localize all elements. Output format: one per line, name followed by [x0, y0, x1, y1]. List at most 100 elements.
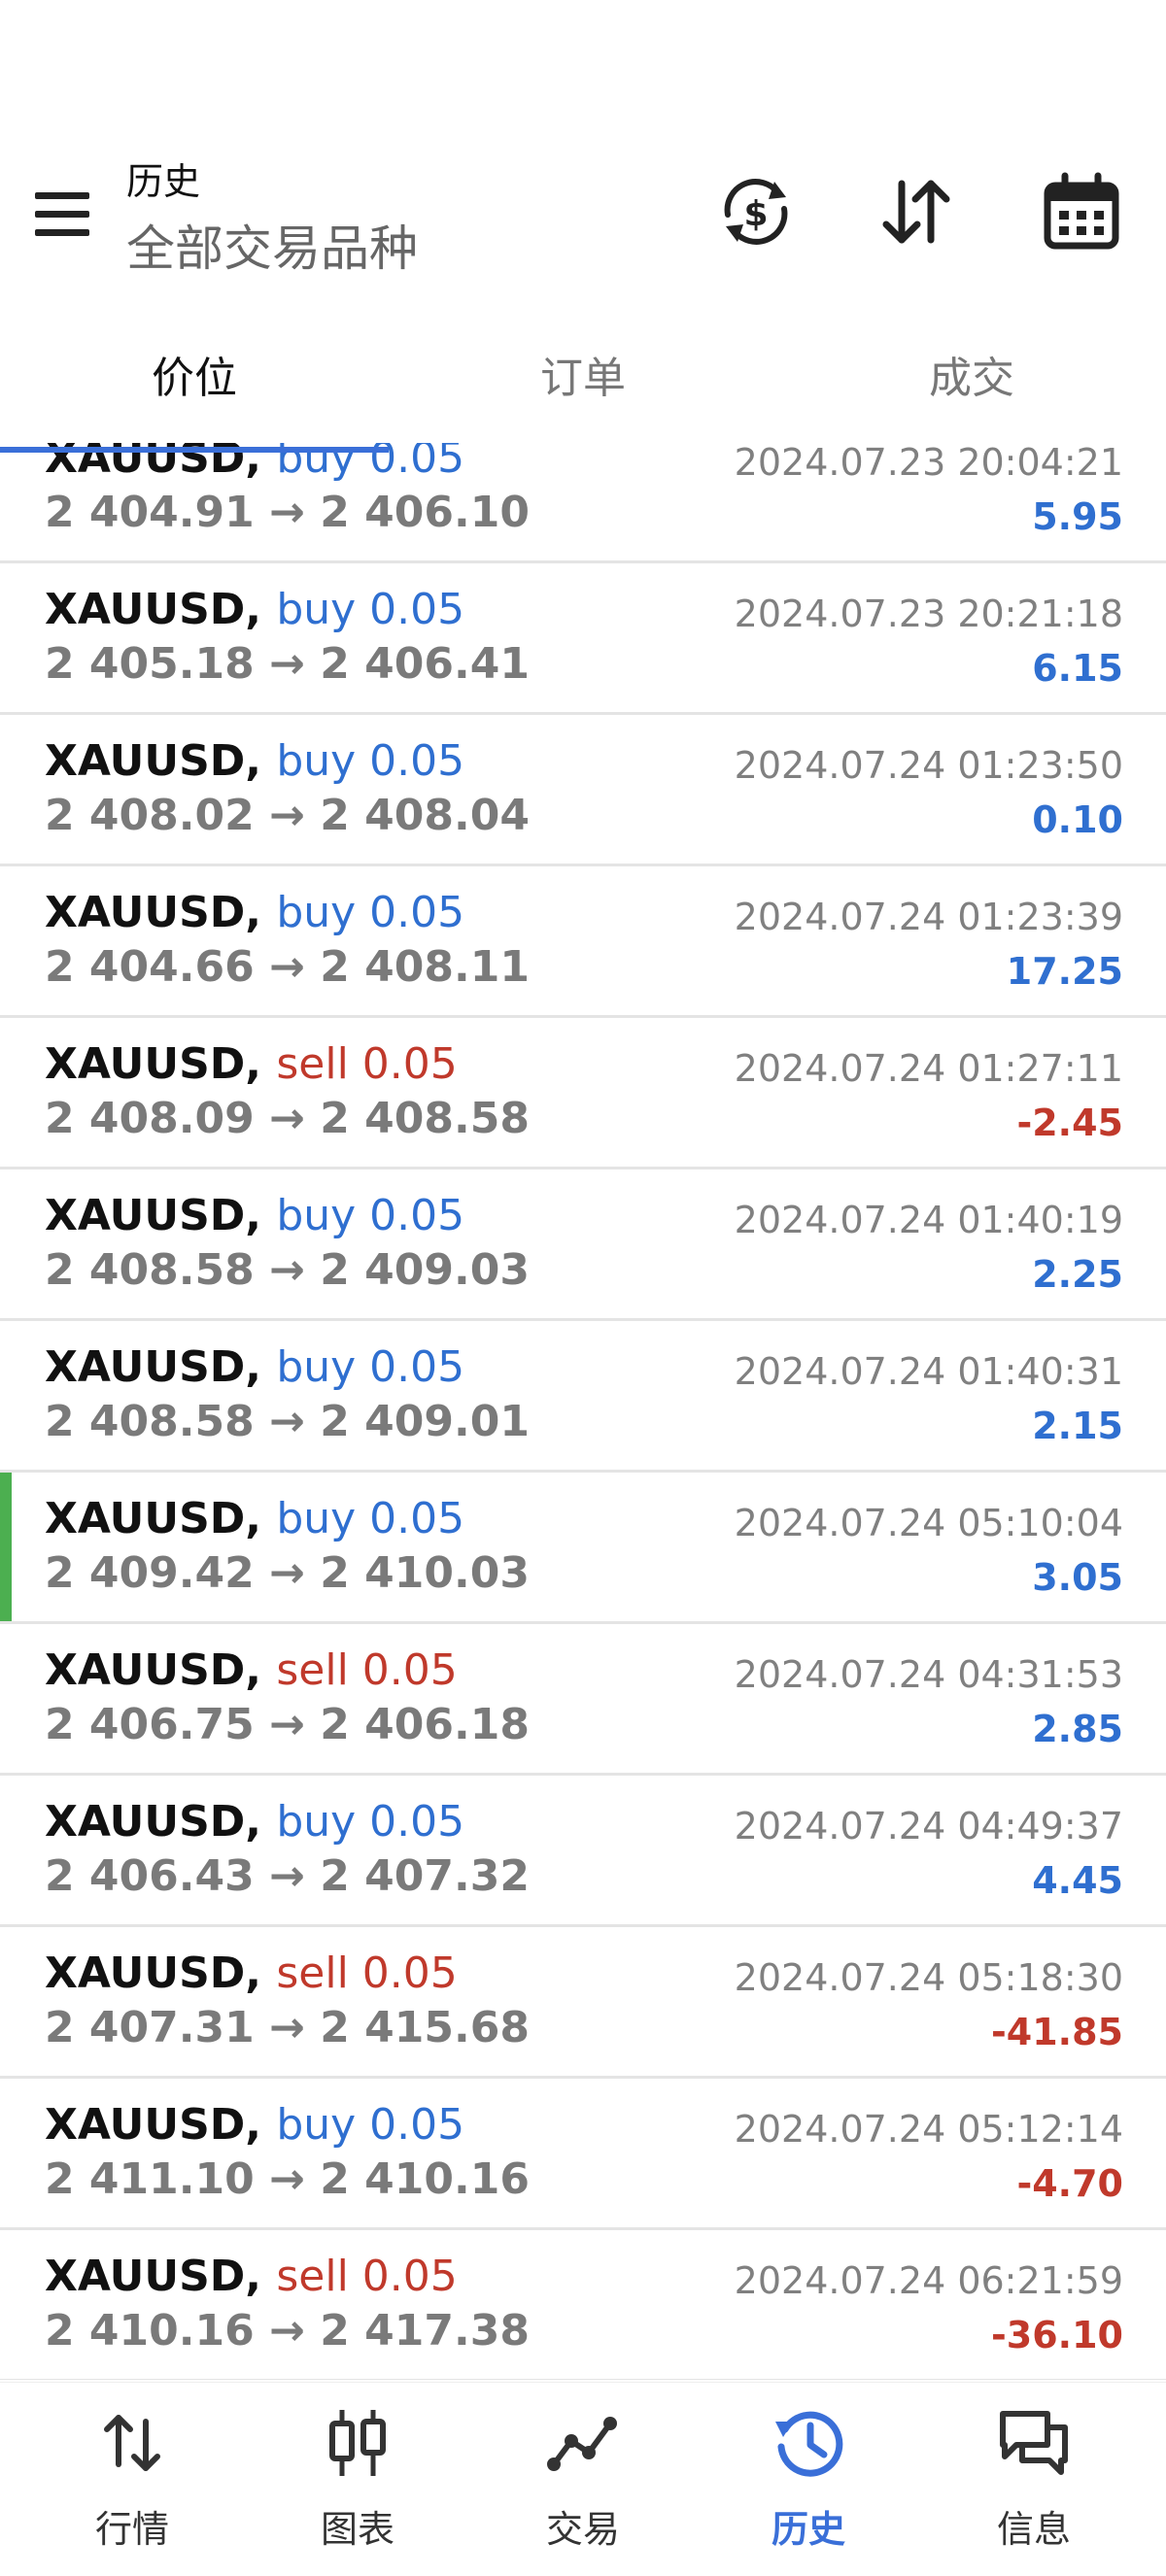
messages-icon — [1000, 2411, 1068, 2475]
trade-profit: 5.95 — [1032, 495, 1123, 538]
tab-positions[interactable]: 价位 — [0, 325, 389, 452]
trade-time: 2024.07.24 01:40:31 — [734, 1350, 1123, 1393]
trade-profit: 3.05 — [1032, 1556, 1123, 1599]
trade-row[interactable]: XAUUSD, buy 0.05 2 408.58 → 2 409.03 2024.… — [0, 1169, 1166, 1321]
trade-icon — [547, 2417, 617, 2471]
trade-prices: 2 410.16 → 2 417.38 — [45, 2306, 530, 2356]
trade-row[interactable]: XAUUSD, buy 0.05 2 405.18 → 2 406.41 2024.… — [0, 563, 1166, 715]
trade-symbol: XAUUSD, buy 0.05 — [45, 736, 464, 786]
symbol-label: XAUUSD, — [45, 1039, 262, 1089]
app-header: 历史 全部交易品种 $ — [0, 0, 1166, 311]
trade-time: 2024.07.24 05:10:04 — [734, 1502, 1123, 1544]
nav-chart[interactable]: 图表 — [245, 2383, 470, 2576]
history-tabs: 价位 订单 成交 — [0, 325, 1166, 452]
trade-symbol: XAUUSD, buy 0.05 — [45, 585, 464, 634]
trade-side: buy 0.05 — [276, 1797, 465, 1847]
trade-profit: -4.70 — [1016, 2162, 1123, 2205]
symbol-label: XAUUSD, — [45, 1949, 262, 1998]
trade-row[interactable]: XAUUSD, sell 0.05 2 410.16 → 2 417.38 2024… — [0, 2230, 1166, 2380]
trade-profit: -2.45 — [1016, 1102, 1123, 1144]
trade-symbol: XAUUSD, sell 0.05 — [45, 1039, 458, 1089]
nav-label: 信息 — [996, 2508, 1071, 2551]
nav-label: 图表 — [320, 2508, 394, 2551]
trade-side: sell 0.05 — [276, 1039, 458, 1089]
bottom-navigation: 行情 图表 交易 历史 信息 — [0, 2382, 1166, 2576]
trade-symbol: XAUUSD, buy 0.05 — [45, 2100, 464, 2150]
trade-prices: 2 408.02 → 2 408.04 — [45, 791, 530, 840]
trade-symbol: XAUUSD, sell 0.05 — [45, 2252, 458, 2301]
nav-messages[interactable]: 信息 — [921, 2383, 1147, 2576]
trade-prices: 2 408.58 → 2 409.03 — [45, 1245, 530, 1295]
trade-side: buy 0.05 — [276, 736, 465, 786]
trade-side: buy 0.05 — [276, 888, 465, 937]
page-title: 历史 — [126, 160, 201, 203]
trade-profit: 17.25 — [1006, 950, 1123, 993]
active-tab-indicator — [0, 447, 389, 453]
symbol-label: XAUUSD, — [45, 1191, 262, 1240]
sort-icon[interactable] — [874, 170, 958, 254]
symbol-label: XAUUSD, — [45, 1645, 262, 1695]
trade-row[interactable]: XAUUSD, sell 0.05 2 407.31 → 2 415.68 2024… — [0, 1927, 1166, 2079]
trade-symbol: XAUUSD, buy 0.05 — [45, 1342, 464, 1392]
trade-side: buy 0.05 — [276, 2100, 465, 2150]
trade-prices: 2 411.10 → 2 410.16 — [45, 2154, 530, 2204]
symbol-label: XAUUSD, — [45, 736, 262, 786]
trade-time: 2024.07.24 06:21:59 — [734, 2259, 1123, 2302]
trade-row[interactable]: XAUUSD, buy 0.05 2 404.66 → 2 408.11 2024.… — [0, 866, 1166, 1018]
trade-time: 2024.07.24 01:27:11 — [734, 1047, 1123, 1090]
trade-symbol: XAUUSD, buy 0.05 — [45, 1797, 464, 1847]
trade-row[interactable]: XAUUSD, buy 0.05 2 411.10 → 2 410.16 2024.… — [0, 2079, 1166, 2230]
trade-profit: 2.15 — [1032, 1405, 1123, 1447]
tab-deals[interactable]: 成交 — [777, 325, 1166, 452]
menu-icon[interactable] — [29, 185, 97, 243]
trade-time: 2024.07.24 01:23:50 — [734, 744, 1123, 787]
trade-row[interactable]: XAUUSD, sell 0.05 2 406.75 → 2 406.18 2024… — [0, 1624, 1166, 1776]
tab-orders[interactable]: 订单 — [389, 325, 777, 452]
trade-prices: 2 406.43 → 2 407.32 — [45, 1851, 530, 1901]
trade-profit: 0.10 — [1032, 798, 1123, 841]
trade-row[interactable]: XAUUSD, sell 0.05 2 408.09 → 2 408.58 2024… — [0, 1018, 1166, 1169]
trade-prices: 2 406.75 → 2 406.18 — [45, 1700, 530, 1749]
symbol-label: XAUUSD, — [45, 1797, 262, 1847]
history-icon — [775, 2411, 843, 2477]
trade-row[interactable]: XAUUSD, buy 0.05 2 404.91 → 2 406.10 2024.… — [0, 443, 1166, 563]
trade-prices: 2 408.58 → 2 409.01 — [45, 1397, 530, 1446]
trade-time: 2024.07.24 01:23:39 — [734, 896, 1123, 938]
svg-text:$: $ — [743, 194, 768, 234]
trade-prices: 2 405.18 → 2 406.41 — [45, 639, 530, 689]
nav-label: 行情 — [94, 2508, 169, 2551]
trade-symbol: XAUUSD, buy 0.05 — [45, 1191, 464, 1240]
trade-side: buy 0.05 — [276, 1191, 465, 1240]
symbol-label: XAUUSD, — [45, 888, 262, 937]
nav-label: 历史 — [771, 2508, 845, 2551]
trade-time: 2024.07.23 20:21:18 — [734, 593, 1123, 635]
trade-symbol: XAUUSD, buy 0.05 — [45, 1494, 464, 1543]
nav-label: 交易 — [545, 2508, 620, 2551]
trade-row[interactable]: XAUUSD, buy 0.05 2 408.02 → 2 408.04 2024.… — [0, 715, 1166, 866]
trade-prices: 2 408.09 → 2 408.58 — [45, 1094, 530, 1143]
trade-profit: 4.45 — [1032, 1859, 1123, 1902]
trade-prices: 2 409.42 → 2 410.03 — [45, 1548, 530, 1598]
symbol-filter[interactable]: 全部交易品种 — [126, 210, 418, 280]
trade-side: buy 0.05 — [276, 585, 465, 634]
nav-history[interactable]: 历史 — [696, 2383, 921, 2576]
trade-time: 2024.07.24 04:49:37 — [734, 1805, 1123, 1847]
symbol-label: XAUUSD, — [45, 585, 262, 634]
currency-exchange-icon[interactable]: $ — [714, 170, 798, 254]
trade-side: sell 0.05 — [276, 2252, 458, 2301]
nav-quotes[interactable]: 行情 — [19, 2383, 245, 2576]
trade-row[interactable]: XAUUSD, buy 0.05 2 406.43 → 2 407.32 2024.… — [0, 1776, 1166, 1927]
trade-history-list[interactable]: XAUUSD, buy 0.05 2 404.91 → 2 406.10 2024.… — [0, 443, 1166, 2380]
nav-trade[interactable]: 交易 — [470, 2383, 696, 2576]
trade-row[interactable]: XAUUSD, buy 0.05 2 408.58 → 2 409.01 2024.… — [0, 1321, 1166, 1473]
trade-prices: 2 404.91 → 2 406.10 — [45, 488, 530, 537]
calendar-icon[interactable] — [1040, 170, 1123, 254]
trade-profit: 6.15 — [1032, 647, 1123, 690]
trade-profit: 2.25 — [1032, 1253, 1123, 1296]
trade-prices: 2 404.66 → 2 408.11 — [45, 942, 530, 992]
trade-row[interactable]: XAUUSD, buy 0.05 2 409.42 → 2 410.03 2024.… — [0, 1473, 1166, 1624]
trade-time: 2024.07.24 05:12:14 — [734, 2108, 1123, 2151]
trade-prices: 2 407.31 → 2 415.68 — [45, 2003, 530, 2052]
quotes-icon — [104, 2415, 160, 2471]
trade-profit: -41.85 — [991, 2011, 1123, 2053]
